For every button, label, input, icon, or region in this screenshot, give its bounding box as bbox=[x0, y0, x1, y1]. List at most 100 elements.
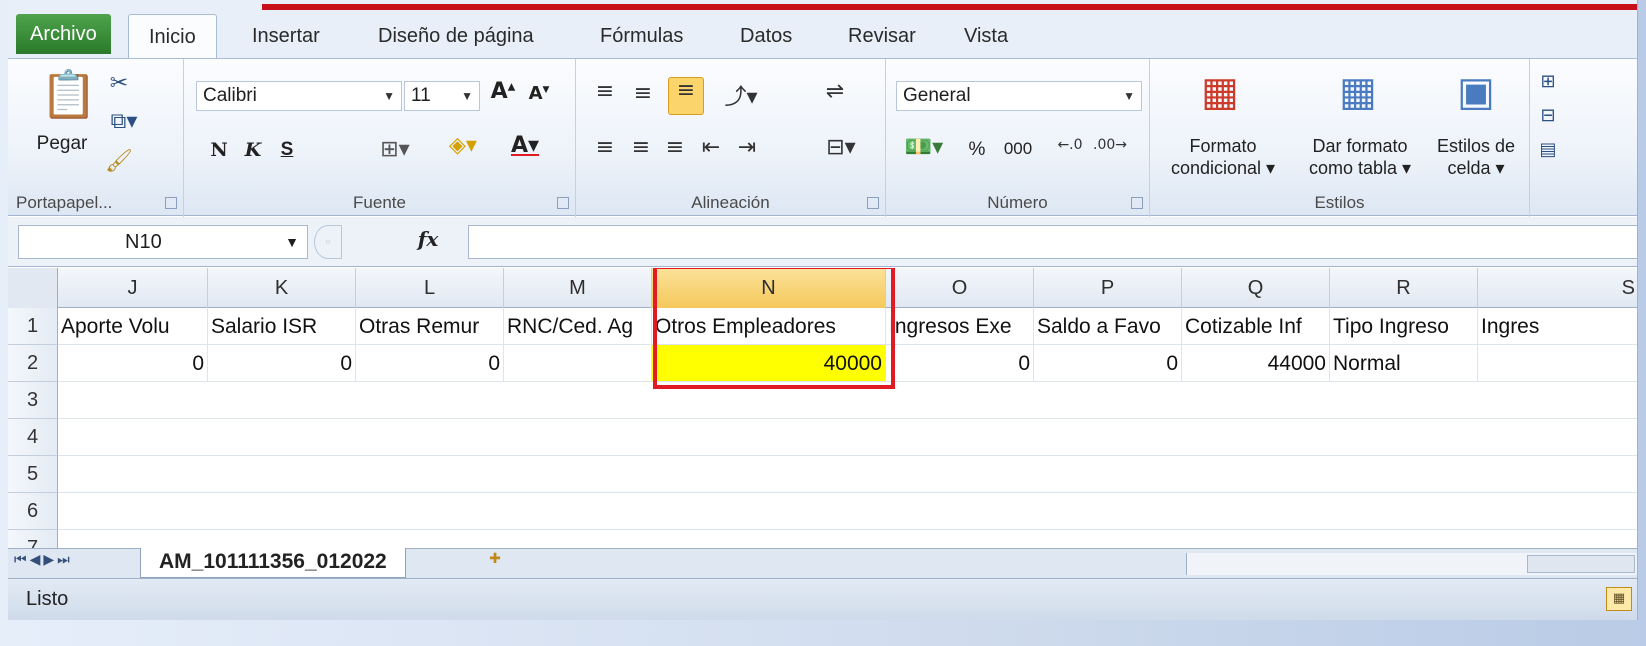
align-right-icon[interactable]: ≡ bbox=[660, 135, 690, 160]
col-header-s[interactable]: S bbox=[1478, 268, 1637, 308]
row-header-5[interactable]: 5 bbox=[8, 456, 58, 493]
cell-o1[interactable]: Ingresos Exe bbox=[886, 308, 1034, 345]
format-as-table-icon[interactable]: ▦ bbox=[1330, 69, 1386, 115]
cell-styles-button[interactable]: Estilos de celda ▾ bbox=[1426, 135, 1526, 179]
tab-insertar[interactable]: Insertar bbox=[232, 14, 340, 58]
font-color-icon[interactable]: A▾ bbox=[500, 133, 550, 158]
align-center-icon[interactable]: ≡ bbox=[626, 135, 656, 160]
col-header-m[interactable]: M bbox=[504, 268, 652, 308]
normal-view-icon[interactable]: ▦ bbox=[1606, 587, 1632, 611]
cell-styles-icon[interactable]: ▣ bbox=[1448, 69, 1504, 115]
tab-revisar[interactable]: Revisar bbox=[828, 14, 936, 58]
empty-row-6[interactable] bbox=[58, 493, 1637, 530]
clipboard-launcher-icon[interactable] bbox=[165, 197, 177, 209]
cell-k2[interactable]: 0 bbox=[208, 345, 356, 382]
cell-p1[interactable]: Saldo a Favo bbox=[1034, 308, 1182, 345]
select-all-corner[interactable] bbox=[8, 268, 58, 308]
borders-icon[interactable]: ⊞▾ bbox=[370, 137, 420, 162]
insert-cells-icon[interactable]: ⊞ bbox=[1538, 71, 1558, 92]
decrease-indent-icon[interactable]: ⇤ bbox=[696, 135, 726, 160]
wrap-text-icon[interactable]: ⇌ bbox=[820, 79, 850, 104]
tab-formulas[interactable]: Fórmulas bbox=[580, 14, 703, 58]
horizontal-scrollbar[interactable] bbox=[1186, 553, 1637, 575]
cell-k1[interactable]: Salario ISR bbox=[208, 308, 356, 345]
col-header-n[interactable]: N bbox=[652, 268, 886, 308]
conditional-format-icon[interactable]: ▦ bbox=[1196, 69, 1244, 115]
name-box[interactable]: N10 ▼ bbox=[18, 225, 308, 259]
row-header-4[interactable]: 4 bbox=[8, 419, 58, 456]
bold-button[interactable]: N bbox=[206, 139, 232, 161]
row-header-6[interactable]: 6 bbox=[8, 493, 58, 530]
cell-q2[interactable]: 44000 bbox=[1182, 345, 1330, 382]
paste-button[interactable]: Pegar bbox=[32, 133, 92, 155]
col-header-l[interactable]: L bbox=[356, 268, 504, 308]
conditional-format-button[interactable]: Formato condicional ▾ bbox=[1156, 135, 1290, 179]
col-header-r[interactable]: R bbox=[1330, 268, 1478, 308]
cell-r1[interactable]: Tipo Ingreso bbox=[1330, 308, 1478, 345]
tab-vista[interactable]: Vista bbox=[944, 14, 1028, 58]
cell-q1[interactable]: Cotizable Inf bbox=[1182, 308, 1330, 345]
text-orientation-icon[interactable]: ⤴▾ bbox=[716, 79, 766, 111]
decrease-decimal-icon[interactable]: .00→ bbox=[1092, 137, 1128, 153]
col-header-p[interactable]: P bbox=[1034, 268, 1182, 308]
formula-input[interactable] bbox=[468, 225, 1637, 259]
empty-row-5[interactable] bbox=[58, 456, 1637, 493]
cell-j2[interactable]: 0 bbox=[58, 345, 208, 382]
sheet-nav-icons[interactable]: ⏮◀▶⏭ bbox=[14, 552, 73, 568]
delete-cells-icon[interactable]: ⊟ bbox=[1538, 105, 1558, 126]
cell-s2[interactable] bbox=[1478, 345, 1637, 382]
thousands-button[interactable]: 000 bbox=[998, 139, 1038, 159]
empty-row-3[interactable] bbox=[58, 382, 1637, 419]
cut-icon[interactable]: ✂ bbox=[104, 71, 134, 96]
scrollbar-thumb[interactable] bbox=[1527, 555, 1635, 573]
percent-button[interactable]: % bbox=[964, 139, 990, 161]
col-header-o[interactable]: O bbox=[886, 268, 1034, 308]
font-name-combo[interactable]: Calibri ▼ bbox=[196, 81, 402, 111]
row-header-1[interactable]: 1 bbox=[8, 308, 58, 345]
tab-archivo[interactable]: Archivo bbox=[16, 14, 111, 54]
format-as-table-button[interactable]: Dar formato como tabla ▾ bbox=[1298, 135, 1422, 179]
col-header-j[interactable]: J bbox=[58, 268, 208, 308]
row-header-7[interactable]: 7 bbox=[8, 530, 58, 548]
number-launcher-icon[interactable] bbox=[1131, 197, 1143, 209]
formula-handle-icon[interactable]: ◦ bbox=[314, 225, 342, 259]
alignment-launcher-icon[interactable] bbox=[867, 197, 879, 209]
align-top-icon[interactable]: ≡ bbox=[590, 79, 620, 104]
cell-r2[interactable]: Normal bbox=[1330, 345, 1478, 382]
insert-function-icon[interactable]: fx bbox=[408, 227, 448, 257]
cell-p2[interactable]: 0 bbox=[1034, 345, 1182, 382]
tab-diseno-pagina[interactable]: Diseño de página bbox=[358, 14, 554, 58]
paste-icon[interactable]: 📋 bbox=[40, 67, 97, 122]
cell-n1[interactable]: Otros Empleadores bbox=[652, 308, 886, 345]
format-painter-icon[interactable]: 🖌 bbox=[104, 149, 134, 174]
empty-row-4[interactable] bbox=[58, 419, 1637, 456]
cell-s1[interactable]: Ingres bbox=[1478, 308, 1637, 345]
tab-inicio[interactable]: Inicio bbox=[128, 14, 217, 58]
col-header-q[interactable]: Q bbox=[1182, 268, 1330, 308]
cell-l1[interactable]: Otras Remur bbox=[356, 308, 504, 345]
align-middle-icon[interactable]: ≡ bbox=[628, 81, 658, 106]
font-size-combo[interactable]: 11 ▼ bbox=[404, 81, 480, 111]
cell-m1[interactable]: RNC/Ced. Ag bbox=[504, 308, 652, 345]
cell-n2[interactable]: 40000 bbox=[652, 345, 886, 382]
col-header-k[interactable]: K bbox=[208, 268, 356, 308]
cell-j1[interactable]: Aporte Volu bbox=[58, 308, 208, 345]
cell-m2[interactable] bbox=[504, 345, 652, 382]
currency-icon[interactable]: 💵▾ bbox=[896, 135, 952, 160]
increase-decimal-icon[interactable]: ←.0 bbox=[1052, 137, 1088, 153]
align-left-icon[interactable]: ≡ bbox=[590, 135, 620, 160]
sheet-tab[interactable]: AM_101111356_012022 bbox=[140, 548, 406, 578]
italic-button[interactable]: K bbox=[240, 139, 266, 161]
number-format-combo[interactable]: General ▼ bbox=[896, 81, 1142, 111]
merge-center-icon[interactable]: ⊟▾ bbox=[816, 135, 866, 160]
format-cells-icon[interactable]: ▤ bbox=[1538, 139, 1558, 160]
empty-row-7[interactable] bbox=[58, 530, 1637, 548]
insert-sheet-icon[interactable]: ✚ bbox=[478, 551, 512, 575]
tab-datos[interactable]: Datos bbox=[720, 14, 812, 58]
row-header-3[interactable]: 3 bbox=[8, 382, 58, 419]
underline-button[interactable]: S bbox=[274, 139, 300, 161]
grow-font-icon[interactable]: A▲ bbox=[486, 79, 520, 104]
copy-icon[interactable]: ⧉▾ bbox=[104, 109, 144, 134]
align-bottom-icon[interactable]: ≡ bbox=[668, 77, 704, 115]
fill-color-icon[interactable]: ◈▾ bbox=[438, 133, 488, 158]
